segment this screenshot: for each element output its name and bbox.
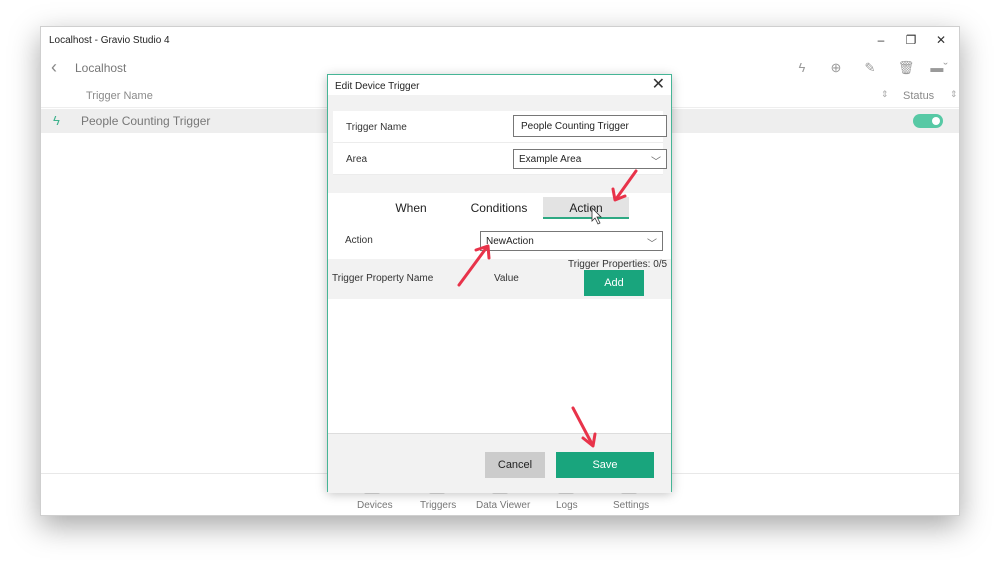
column-trigger-name[interactable]: Trigger Name <box>86 90 153 102</box>
dialog-title: Edit Device Trigger <box>335 81 420 92</box>
tab-when[interactable]: When <box>383 197 439 219</box>
trigger-name-input[interactable]: People Counting Trigger <box>513 115 667 137</box>
cancel-button[interactable]: Cancel <box>485 452 545 478</box>
tab-action[interactable]: Action <box>543 197 629 219</box>
delete-icon[interactable]: 🗑 <box>897 59 915 77</box>
nav-settings[interactable]: Settings <box>613 500 649 511</box>
nav-data-viewer[interactable]: Data Viewer <box>476 500 530 511</box>
window-title: Localhost - Gravio Studio 4 <box>49 35 170 46</box>
close-window-button[interactable]: ✕ <box>927 31 955 49</box>
chevron-down-icon: ﹀ <box>651 157 661 168</box>
trigger-name-row: Trigger Name People Counting Trigger <box>333 111 667 143</box>
trigger-properties-count: Trigger Properties: 0/5 <box>568 259 668 270</box>
sort-icon[interactable]: ⇕ <box>950 89 958 100</box>
action-label: Action <box>345 235 373 246</box>
view-menu-icon[interactable]: ▬ˇ <box>927 59 951 77</box>
restore-button[interactable]: ❐ <box>897 31 925 49</box>
add-area-icon[interactable]: ⊕ <box>827 59 845 77</box>
dialog-footer: Cancel Save <box>328 433 671 493</box>
trigger-properties-header: Trigger Property Name Value Trigger Prop… <box>328 259 671 299</box>
chevron-down-icon: ﹀ <box>647 239 657 250</box>
minimize-button[interactable]: – <box>867 31 895 49</box>
action-select-value: NewAction <box>486 236 534 247</box>
edit-device-trigger-dialog: Edit Device Trigger ✕ Trigger Name Peopl… <box>327 74 672 493</box>
tab-conditions[interactable]: Conditions <box>463 197 535 219</box>
toggle-knob <box>932 117 940 125</box>
nav-logs[interactable]: Logs <box>556 500 578 511</box>
area-row: Area Example Area ﹀ <box>333 143 667 175</box>
close-icon[interactable]: ✕ <box>652 76 665 94</box>
save-button[interactable]: Save <box>556 452 654 478</box>
chevron-left-icon[interactable]: ‹ <box>51 55 57 79</box>
add-trigger-icon[interactable]: ϟ <box>793 59 811 77</box>
edit-icon[interactable]: ✎ <box>861 59 879 77</box>
area-label: Area <box>346 154 368 165</box>
action-select[interactable]: NewAction ﹀ <box>480 231 663 251</box>
nav-title: Localhost <box>75 61 127 75</box>
dialog-spacer <box>328 175 671 193</box>
nav-triggers[interactable]: Triggers <box>420 500 456 511</box>
title-bar: Localhost - Gravio Studio 4 – ❐ ✕ <box>41 27 959 53</box>
property-value-column: Value <box>494 273 519 284</box>
column-status[interactable]: Status <box>903 90 934 102</box>
trigger-name-cell: People Counting Trigger <box>81 114 211 128</box>
sort-icon[interactable]: ⇕ <box>881 89 889 100</box>
trigger-name-label: Trigger Name <box>346 122 407 133</box>
nav-devices[interactable]: Devices <box>357 500 393 511</box>
lightning-bolt-icon: ϟ <box>53 113 60 128</box>
add-button[interactable]: Add <box>584 270 644 296</box>
area-select-value: Example Area <box>519 154 582 165</box>
property-name-column: Trigger Property Name <box>332 273 434 284</box>
status-toggle[interactable] <box>913 114 943 128</box>
area-select[interactable]: Example Area ﹀ <box>513 149 667 169</box>
